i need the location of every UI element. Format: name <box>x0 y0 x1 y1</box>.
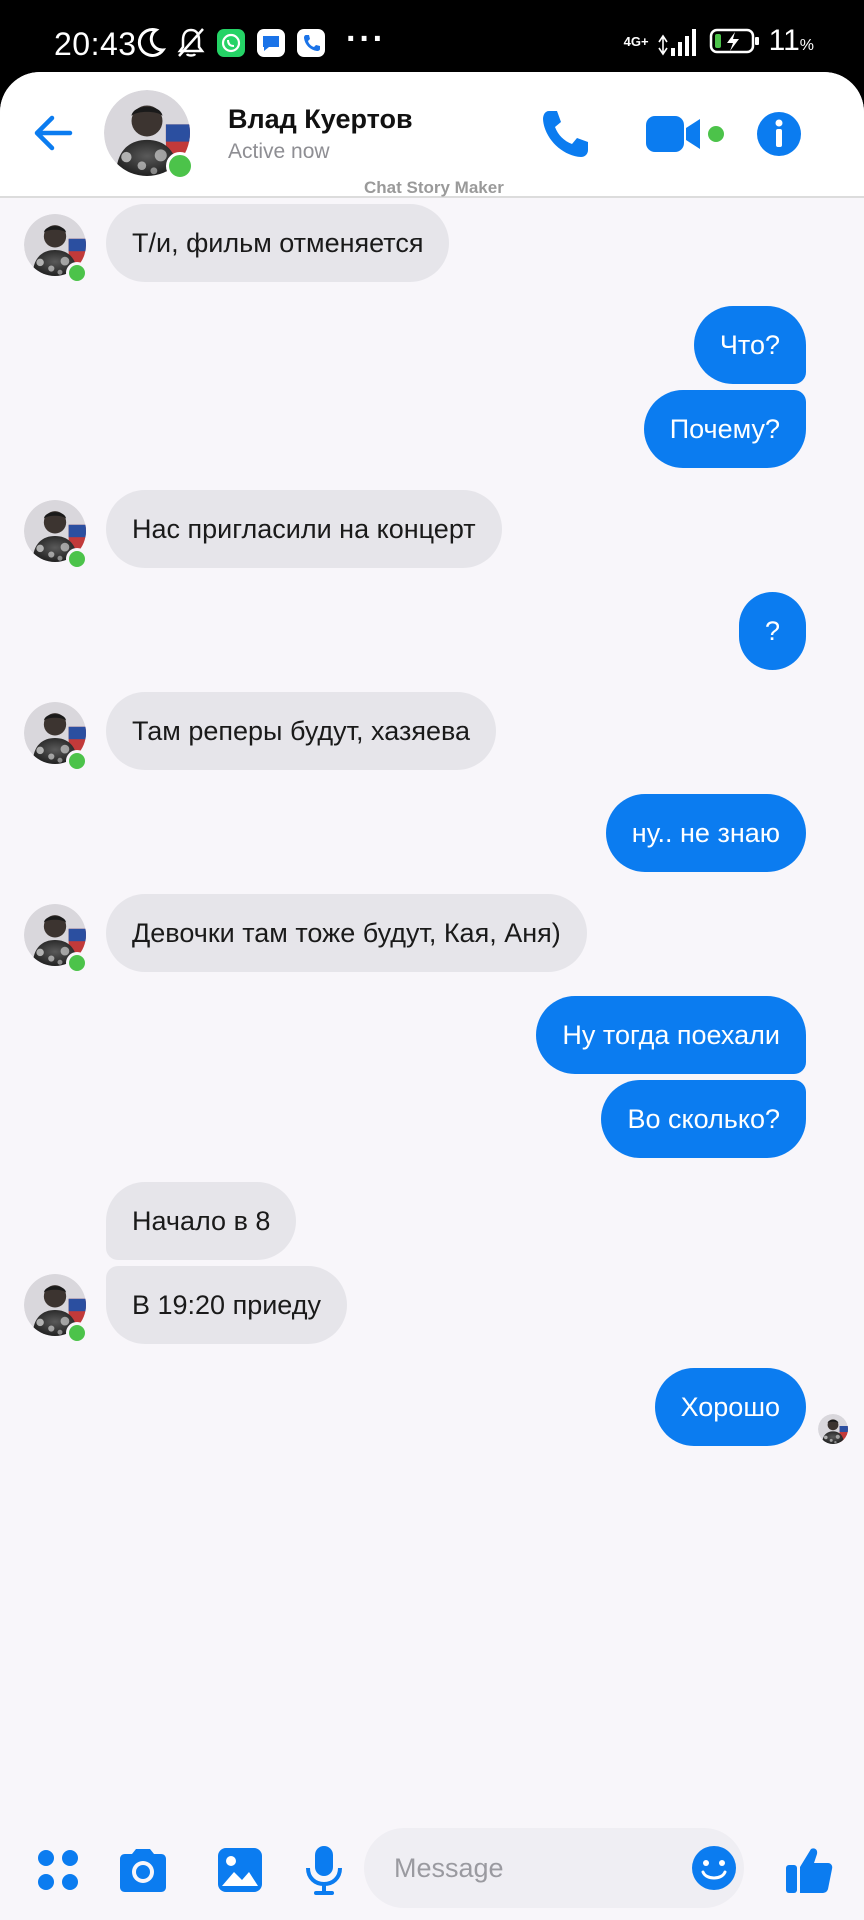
online-indicator <box>66 262 88 284</box>
message-input[interactable] <box>364 1828 744 1908</box>
message-bubble-outgoing[interactable]: Почему? <box>643 390 806 468</box>
message-bubble-incoming[interactable]: Т/и, фильм отменяется <box>106 204 450 282</box>
info-icon[interactable] <box>756 108 802 160</box>
battery-level: 11% <box>769 24 814 58</box>
online-indicator <box>166 152 194 180</box>
message-bubble-incoming[interactable]: Начало в 8 <box>106 1182 297 1260</box>
battery-icon <box>709 28 759 54</box>
watermark: Chat Story Maker <box>364 178 504 197</box>
online-indicator <box>66 750 88 772</box>
bell-off-icon <box>177 28 205 57</box>
status-time: 20:43 <box>54 26 137 62</box>
status-right: 4G+ 11% <box>624 24 814 58</box>
message-bubble-outgoing[interactable]: Хорошо <box>654 1368 806 1446</box>
phone-app-icon <box>297 29 325 57</box>
message-bubble-incoming[interactable]: В 19:20 приеду <box>106 1266 347 1344</box>
microphone-icon[interactable] <box>300 1844 348 1896</box>
gallery-icon[interactable] <box>216 1844 264 1896</box>
moon-icon <box>137 28 166 57</box>
status-bar: 20:43 ··· 4G+ 11% <box>0 0 864 80</box>
message-bubble-outgoing[interactable]: Что? <box>693 306 806 384</box>
video-call-icon[interactable] <box>644 108 728 160</box>
chat-screen: Влад Куертов Active now Chat Story Maker… <box>0 72 864 1920</box>
message-bubble-outgoing[interactable]: Во сколько? <box>601 1080 806 1158</box>
contact-name[interactable]: Влад Куертов <box>228 104 413 135</box>
message-bubble-outgoing[interactable]: ? <box>738 592 806 670</box>
battery-value: 11 <box>768 24 800 57</box>
online-indicator <box>66 1322 88 1344</box>
battery-unit: % <box>799 37 814 54</box>
contact-status: Active now <box>228 140 330 163</box>
message-bubble-incoming[interactable]: Нас пригласили на концерт <box>106 490 502 568</box>
menu-grid-icon[interactable] <box>36 1844 80 1896</box>
signal-icon <box>657 29 696 56</box>
message-bubble-outgoing[interactable]: Ну тогда поехали <box>536 996 806 1074</box>
back-arrow-icon[interactable] <box>30 110 76 156</box>
network-type: 4G+ <box>623 33 649 49</box>
chat-header: Влад Куертов Active now Chat Story Maker <box>0 72 864 198</box>
whatsapp-icon <box>217 29 245 57</box>
more-notifications-icon: ··· <box>346 20 386 58</box>
read-receipt-avatar <box>818 1414 848 1444</box>
messages-app-icon <box>257 29 285 57</box>
online-indicator <box>66 952 88 974</box>
thumbs-up-icon[interactable] <box>784 1844 834 1896</box>
emoji-icon[interactable] <box>690 1844 738 1892</box>
message-bubble-outgoing[interactable]: ну.. не знаю <box>605 794 806 872</box>
message-composer <box>0 1820 864 1920</box>
camera-icon[interactable] <box>116 1844 170 1896</box>
message-bubble-incoming[interactable]: Девочки там тоже будут, Кая, Аня) <box>106 894 587 972</box>
online-indicator <box>66 548 88 570</box>
message-bubble-incoming[interactable]: Там реперы будут, хазяева <box>106 692 497 770</box>
phone-call-icon[interactable] <box>540 108 592 160</box>
